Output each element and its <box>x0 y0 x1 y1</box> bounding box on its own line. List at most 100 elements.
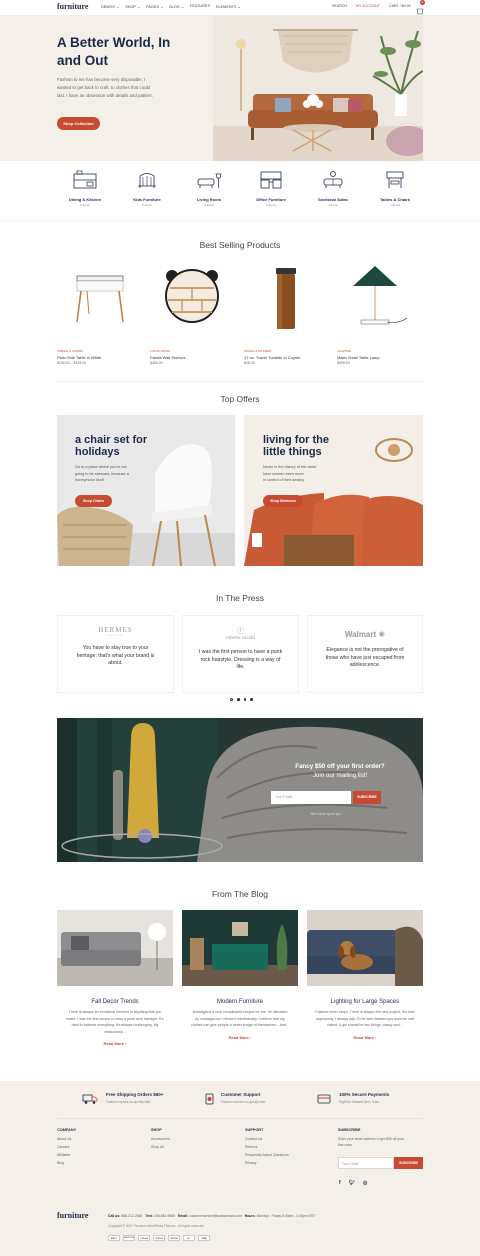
press-card: Walmart ✳ Elegance is not the prerogativ… <box>307 615 423 693</box>
blog-card[interactable]: Fall Decor Trends There is always an emo… <box>57 910 173 1050</box>
hero-text: Fashion to me has become very disposable… <box>57 77 153 98</box>
category-name: Sectional Sofas <box>318 197 348 202</box>
offer-text: Never in the history of the world have w… <box>263 465 317 482</box>
footer-email-input[interactable]: Your E-Mail <box>338 1157 394 1169</box>
category-item[interactable]: Tables & Chairs 1 Items <box>367 170 423 207</box>
product-category[interactable]: DINING & KITCHEN <box>244 349 329 353</box>
product-image[interactable] <box>244 258 329 338</box>
blog-post-title[interactable]: Modern Furniture <box>182 999 298 1005</box>
read-more-link[interactable]: Read More › <box>57 1041 173 1046</box>
footer-logo[interactable]: furniture <box>57 1211 88 1220</box>
product-card[interactable]: LIVING ROOM Panda Wall Shelves $450.00 <box>150 258 235 368</box>
offer-card[interactable]: a chair set for holidays Go to a place w… <box>57 415 235 566</box>
blog-post-title[interactable]: Lighting for Large Spaces <box>307 999 423 1005</box>
category-name: Dining & Kitchen <box>68 197 102 202</box>
carousel-dot[interactable] <box>250 698 253 701</box>
facebook-icon[interactable]: f <box>339 1180 341 1186</box>
product-price: $450.00 <box>150 361 163 365</box>
footer-link[interactable]: About Us <box>57 1137 76 1141</box>
product-image[interactable] <box>337 258 422 338</box>
newsletter-title: Fancy $50 off your first order? Join our… <box>295 763 385 779</box>
footer-link[interactable]: Contact Us <box>245 1137 289 1141</box>
offer-card[interactable]: living for the little things Never in th… <box>244 415 423 566</box>
main-nav: DEMOS ⌄ SHOP ⌄ PAGES ⌄ BLOG ⌄ FEATURES E… <box>101 4 241 9</box>
product-card[interactable]: LIGHTING Matin Small Table Lamp $399.00 <box>337 258 422 368</box>
footer-column-shop: SHOP Accessories Shop All <box>151 1128 170 1149</box>
newsletter-note: We'll never spam you. <box>310 812 342 816</box>
read-more-link[interactable]: Read More › <box>307 1035 423 1040</box>
product-name[interactable]: Matin Small Table Lamp <box>337 355 422 360</box>
product-card[interactable]: DINING & KITCHEN 17 oz. Travel Tumbler i… <box>244 258 329 368</box>
category-item[interactable]: Kids Furniture 2 Items <box>119 170 175 207</box>
category-bar: Dining & Kitchen 2 Items Kids Furniture … <box>57 170 423 212</box>
product-name[interactable]: Panda Wall Shelves <box>150 355 235 360</box>
nav-demos[interactable]: DEMOS ⌄ <box>101 4 119 9</box>
footer-column-title: SUBSCRIBE <box>338 1128 361 1132</box>
blog-card[interactable]: Lighting for Large Spaces Fashion never … <box>307 910 423 1050</box>
newsletter-subscribe-button[interactable]: SUBSCRIBE <box>353 791 381 804</box>
product-category[interactable]: LIGHTING <box>337 349 422 353</box>
truck-icon <box>82 1094 98 1104</box>
newsletter-email-input[interactable]: Your E-Mail <box>271 791 351 804</box>
carousel-dot-active[interactable] <box>230 698 233 701</box>
carousel-dot[interactable] <box>237 698 240 701</box>
cart-link[interactable]: CART / $0.00 <box>389 4 411 8</box>
shop-bedroom-button[interactable]: Shop Bedroom <box>263 495 303 507</box>
social-links: f 🐦︎ ◎ <box>339 1180 367 1186</box>
nav-shop[interactable]: SHOP ⌄ <box>125 4 140 9</box>
carousel-dot[interactable] <box>243 698 246 701</box>
twitter-icon[interactable]: 🐦︎ <box>349 1180 355 1186</box>
footer-link[interactable]: Blog <box>57 1161 76 1165</box>
blog-post-title[interactable]: Fall Decor Trends <box>57 999 173 1005</box>
footer-link[interactable]: Accessories <box>151 1137 170 1141</box>
nav-blog[interactable]: BLOG ⌄ <box>169 4 184 9</box>
crib-icon <box>138 173 156 188</box>
product-card[interactable]: TABLES & CHAIRS Plain Side Table in Whit… <box>57 258 142 368</box>
shop-collection-button[interactable]: Shop Collection <box>57 117 100 130</box>
shop-chairs-button[interactable]: Shop Chairs <box>75 495 112 507</box>
divider <box>57 381 423 382</box>
category-item[interactable]: Sectional Sofas 1 Items <box>305 170 361 207</box>
search-link[interactable]: SEARCH <box>332 4 347 8</box>
category-item[interactable]: Dining & Kitchen 2 Items <box>57 170 113 207</box>
product-name[interactable]: 17 oz. Travel Tumbler in Coyote <box>244 355 329 360</box>
divider <box>57 1118 423 1119</box>
category-item[interactable]: Living Room 3 Items <box>181 170 237 207</box>
amex-icon: AMEX <box>108 1235 120 1241</box>
product-name[interactable]: Plain Side Table in White <box>57 355 142 360</box>
category-name: Tables & Chairs <box>380 197 410 202</box>
nav-pages[interactable]: PAGES ⌄ <box>146 4 163 9</box>
category-item[interactable]: Office Furniture 1 Items <box>243 170 299 207</box>
product-price: $399.00 <box>337 361 350 365</box>
footer-link[interactable]: Affiliates <box>57 1153 76 1157</box>
product-category[interactable]: LIVING ROOM <box>150 349 235 353</box>
product-image[interactable] <box>57 258 142 338</box>
footer-subscribe-button[interactable]: SUBSCRIBE <box>394 1157 423 1169</box>
footer-link[interactable]: Returns <box>245 1145 289 1149</box>
mastercard-icon: MASTERCARD <box>123 1235 135 1241</box>
instagram-icon[interactable]: ◎ <box>363 1180 367 1186</box>
hero-title: A Better World, In and Out <box>57 35 171 68</box>
cart-icon[interactable]: 0 <box>416 0 425 15</box>
diners-icon: DINERS <box>153 1235 165 1241</box>
opena-icon: OPENA <box>138 1235 150 1241</box>
blog-card[interactable]: Modern Furniture Nostalgia is a very com… <box>182 910 298 1050</box>
read-more-link[interactable]: Read More › <box>182 1035 298 1040</box>
nav-features[interactable]: FEATURES <box>190 4 210 9</box>
product-image[interactable] <box>150 258 235 338</box>
blog-image[interactable] <box>57 910 173 986</box>
nav-elements[interactable]: ELEMENTS ⌄ <box>216 4 241 9</box>
blog-image[interactable] <box>182 910 298 986</box>
product-category[interactable]: TABLES & CHAIRS <box>57 349 142 353</box>
site-logo[interactable]: furniture <box>57 2 88 11</box>
footer-link[interactable]: Careers <box>57 1145 76 1149</box>
my-account-link[interactable]: MY ACCOUNT <box>356 4 380 8</box>
offer-title: living for the little things <box>263 434 329 458</box>
blog-image[interactable] <box>307 910 423 986</box>
footer-link[interactable]: Privacy <box>245 1161 289 1165</box>
walmart-logo: Walmart ✳ <box>344 630 386 639</box>
blog-post-excerpt: Nostalgia is a very complicated subject … <box>191 1010 289 1027</box>
card-icon <box>317 1094 331 1104</box>
footer-link[interactable]: Shop All <box>151 1145 170 1149</box>
footer-link[interactable]: Frequently Asked Questions <box>245 1153 289 1157</box>
